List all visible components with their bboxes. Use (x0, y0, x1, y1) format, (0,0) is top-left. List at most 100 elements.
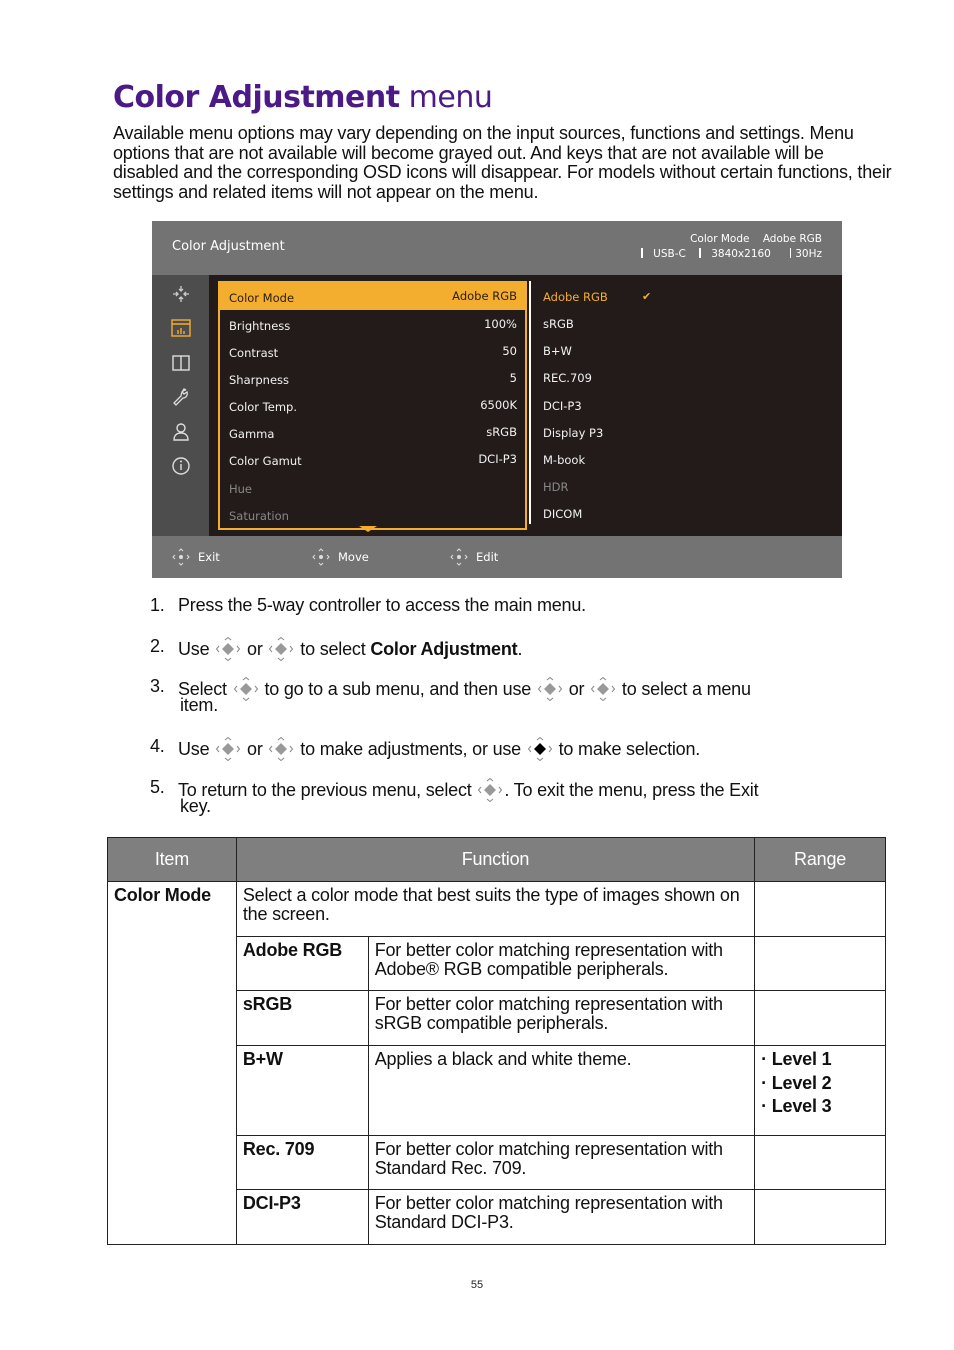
step-number: 5. (150, 777, 165, 797)
range-cell (754, 881, 886, 937)
osd-menu: Color Adjustment Color Mode Adobe RGB US… (152, 221, 842, 578)
step-bold-term: Color Adjustment (370, 639, 518, 659)
mode-description: For better color matching representation… (367, 936, 756, 991)
step-number: 2. (150, 636, 165, 656)
bullet: · (761, 1049, 767, 1069)
menu-item-brightness[interactable]: Brightness 100% (220, 311, 525, 338)
focus-icon[interactable] (170, 283, 192, 305)
split-screen-icon[interactable] (170, 352, 192, 374)
footer-move[interactable]: Move (312, 548, 369, 566)
controller-down-icon (269, 637, 294, 661)
input-source: USB-C (653, 248, 686, 260)
range-option-label: Level 3 (771, 1096, 832, 1116)
controller-down-icon (591, 677, 616, 701)
submenu-item-dicom[interactable]: DICOM (543, 507, 582, 521)
menu-item-label: Contrast (229, 346, 279, 360)
info-icon[interactable] (170, 455, 192, 477)
separator (641, 248, 644, 258)
mode-name: B+W (235, 1045, 369, 1136)
page-title-bold: Color Adjustment (113, 80, 400, 115)
footer-edit[interactable]: Edit (450, 548, 498, 566)
main-menu-panel: Color Mode Adobe RGB Brightness 100% Contr… (218, 281, 527, 530)
mode-description: For better color matching representation… (367, 1135, 756, 1190)
menu-item-label: Color Mode (229, 291, 295, 305)
menu-item-color-gamut[interactable]: Color Gamut DCI-P3 (220, 446, 525, 473)
mode-description: For better color matching representation… (367, 1189, 756, 1245)
menu-item-label: Hue (229, 482, 253, 496)
bullet: · (761, 1096, 767, 1116)
header-function: Function (235, 837, 756, 882)
controller-up-icon (216, 637, 241, 661)
step-text-part: to select (300, 639, 366, 659)
step-text-part: to select a menu (621, 679, 751, 699)
osd-header-mode: Color Mode Adobe RGB (680, 233, 822, 245)
menu-item-value: 6500K (480, 398, 517, 412)
controller-right-icon (233, 677, 258, 701)
range-cell (754, 990, 886, 1046)
table-header-row: Item Function Range (107, 837, 886, 882)
page-title-rest: menu (408, 80, 493, 115)
color-mode-table: Item Function Range Color Mode Select a … (107, 837, 886, 1245)
footer-exit[interactable]: Exit (172, 548, 220, 566)
menu-item-sharpness[interactable]: Sharpness 5 (220, 365, 525, 392)
osd-footer: Exit Move Edit (152, 536, 842, 578)
submenu-item-display-p3[interactable]: Display P3 (543, 426, 603, 440)
separator (790, 248, 792, 258)
menu-item-color-temp[interactable]: Color Temp. 6500K (220, 392, 525, 419)
menu-item-value: 100% (484, 317, 517, 331)
page-title: Color Adjustment menu (113, 80, 493, 115)
submenu-item-dci-p3[interactable]: DCI-P3 (543, 399, 582, 413)
mode-label: Color Mode (690, 233, 750, 245)
user-icon[interactable] (170, 421, 192, 443)
bullet: · (761, 1072, 767, 1093)
range-cell (754, 936, 886, 991)
submenu-item-hdr: HDR (543, 480, 569, 494)
menu-item-label: Color Gamut (229, 454, 302, 468)
step-text-part: or (247, 639, 263, 659)
controller-up-icon (216, 737, 241, 761)
step-text-part: to make adjustments, or use (300, 739, 521, 759)
step-number: 1. (150, 595, 165, 615)
submenu-item-adobe-rgb[interactable]: Adobe RGB (543, 290, 608, 304)
range-cell (754, 1135, 886, 1190)
controller-down-icon (269, 737, 294, 761)
submenu-item-srgb[interactable]: sRGB (543, 317, 574, 331)
joystick-icon (172, 548, 190, 566)
menu-item-gamma[interactable]: Gamma sRGB (220, 419, 525, 446)
joystick-icon (450, 548, 468, 566)
mode-name: sRGB (235, 990, 369, 1046)
controller-up-icon (537, 677, 562, 701)
joystick-icon (312, 548, 330, 566)
menu-item-value: 5 (509, 371, 517, 385)
table-row: Color Mode Select a color mode that best… (107, 881, 886, 1245)
menu-item-value: DCI-P3 (478, 452, 517, 466)
step-text: Use or to make adjustments, or use to ma… (178, 737, 838, 761)
menu-item-contrast[interactable]: Contrast 50 (220, 338, 525, 365)
submenu-item-bw[interactable]: B+W (543, 344, 572, 358)
range-list: · Level 1 · Level 2 · Level 3 (761, 1046, 879, 1121)
step-text-part: or (247, 739, 263, 759)
footer-edit-label: Edit (476, 550, 499, 564)
osd-header: Color Adjustment Color Mode Adobe RGB US… (152, 221, 842, 275)
wrench-icon[interactable] (170, 386, 192, 408)
separator (699, 248, 702, 258)
item-description: Select a color mode that best suits the … (235, 881, 756, 937)
menu-item-saturation: Saturation (220, 501, 525, 528)
range-cell (754, 1189, 886, 1245)
step-text-part: to make selection. (558, 739, 701, 759)
mode-description: For better color matching representation… (367, 990, 756, 1046)
color-adjustment-icon[interactable] (170, 317, 192, 339)
range-option-label: Level 1 (771, 1049, 832, 1069)
menu-item-color-mode[interactable]: Color Mode Adobe RGB (220, 283, 525, 310)
intro-paragraph: Available menu options may vary dependin… (113, 123, 892, 202)
submenu-item-rec709[interactable]: REC.709 (543, 371, 592, 385)
menu-item-value: Adobe RGB (452, 289, 517, 303)
menu-item-value: sRGB (486, 425, 517, 439)
step-text: Press the 5-way controller to access the… (178, 595, 586, 615)
step-text-part: . To exit the menu, press the Exit (504, 780, 759, 800)
step-number: 4. (150, 736, 165, 756)
menu-item-label: Color Temp. (229, 400, 297, 414)
mode-name: DCI-P3 (235, 1189, 369, 1245)
submenu-item-m-book[interactable]: M-book (543, 453, 585, 467)
range-option: · Level 3 (761, 1093, 879, 1121)
